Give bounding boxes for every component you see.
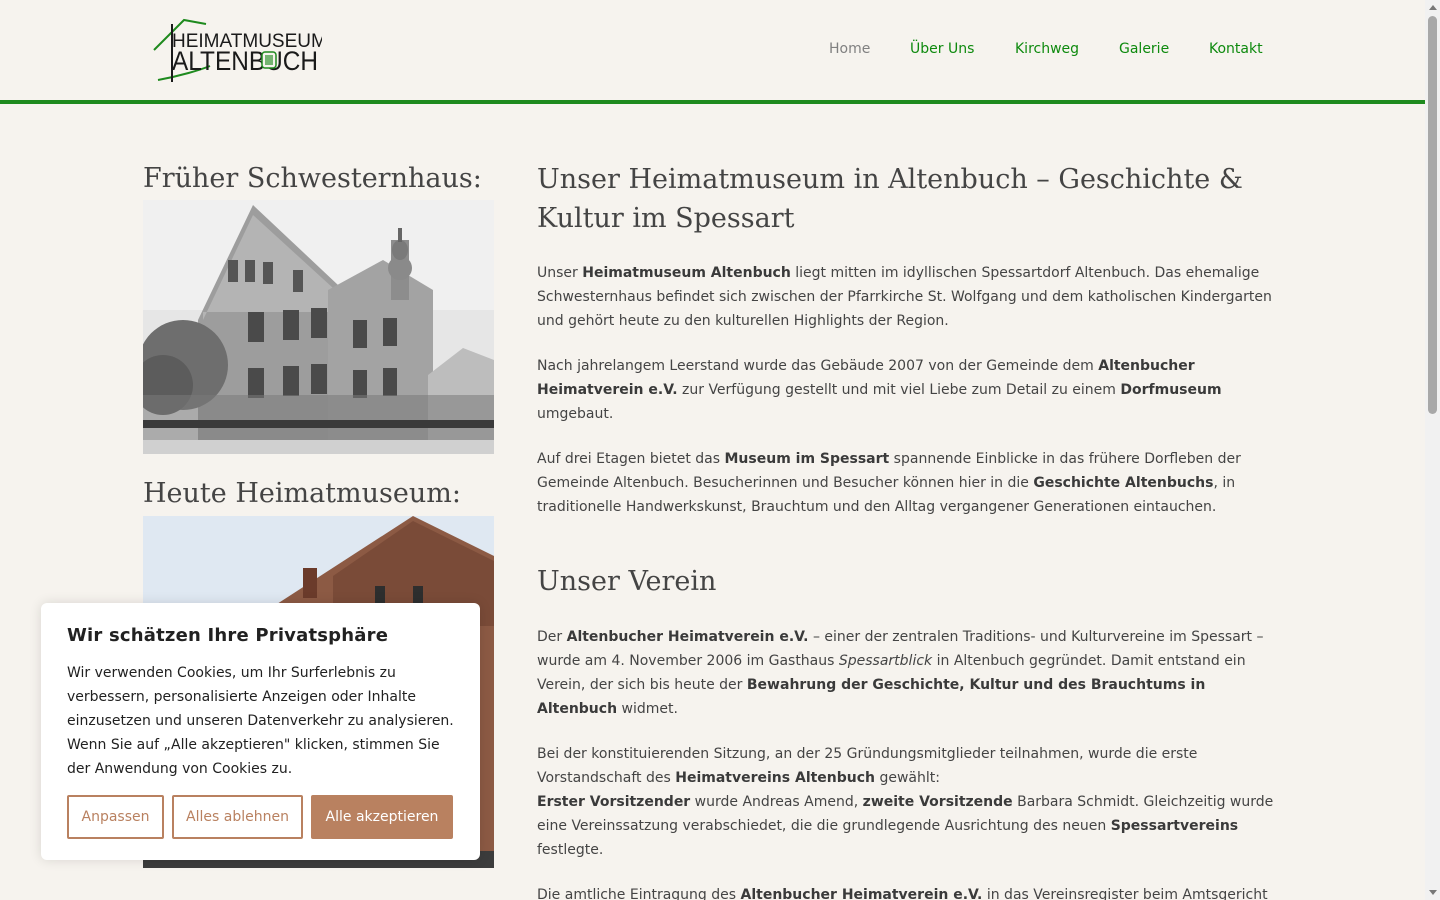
historic-house-photo [133, 200, 494, 454]
intro-paragraph: Unser Heimatmuseum Altenbuch liegt mitte… [537, 265, 1272, 329]
section-title-verein: Unser Verein [537, 566, 717, 597]
sidebar-heading-today: Heute Heimatmuseum: [143, 478, 461, 509]
site-header: HEIMATMUSEUM ALTENBUCH Home Über Uns Kir… [0, 0, 1425, 100]
scroll-down-arrow-icon[interactable] [1429, 890, 1437, 895]
customize-button[interactable]: Anpassen [67, 795, 164, 839]
scroll-up-arrow-icon[interactable] [1429, 5, 1437, 10]
sidebar-heading-past: Früher Schwesternhaus: [143, 163, 482, 194]
nav-home[interactable]: Home [829, 41, 870, 57]
nav-kontakt[interactable]: Kontakt [1209, 41, 1263, 57]
registration-paragraph: Die amtliche Eintragung des Altenbucher … [537, 887, 1268, 900]
founding-paragraph: Bei der konstituierenden Sitzung, an der… [537, 746, 1274, 858]
page-title: Unser Heimatmuseum in Altenbuch – Geschi… [537, 164, 1243, 234]
history-paragraph: Nach jahrelangem Leerstand wurde das Geb… [537, 358, 1222, 422]
cookie-consent-dialog: Wir schätzen Ihre Privatsphäre Wir verwe… [41, 603, 480, 860]
cookie-title: Wir schätzen Ihre Privatsphäre [67, 625, 389, 646]
nav-kirchweg[interactable]: Kirchweg [1015, 41, 1079, 57]
main-navigation: Home Über Uns Kirchweg Galerie Kontakt [0, 41, 1425, 61]
main-content: Unser Heimatmuseum in Altenbuch – Geschi… [537, 160, 1277, 900]
nav-galerie[interactable]: Galerie [1119, 41, 1169, 57]
verein-paragraph: Der Altenbucher Heimatverein e.V. – eine… [537, 629, 1264, 717]
exhibition-paragraph: Auf drei Etagen bietet das Museum im Spe… [537, 451, 1241, 515]
nav-ueber-uns[interactable]: Über Uns [910, 41, 974, 57]
cookie-text: Wir verwenden Cookies, um Ihr Surferlebn… [67, 665, 454, 777]
header-divider [0, 100, 1425, 104]
scroll-thumb[interactable] [1428, 16, 1437, 414]
page-scrollbar[interactable] [1425, 0, 1440, 900]
reject-all-button[interactable]: Alles ablehnen [172, 795, 303, 839]
accept-all-button[interactable]: Alle akzeptieren [311, 795, 453, 839]
